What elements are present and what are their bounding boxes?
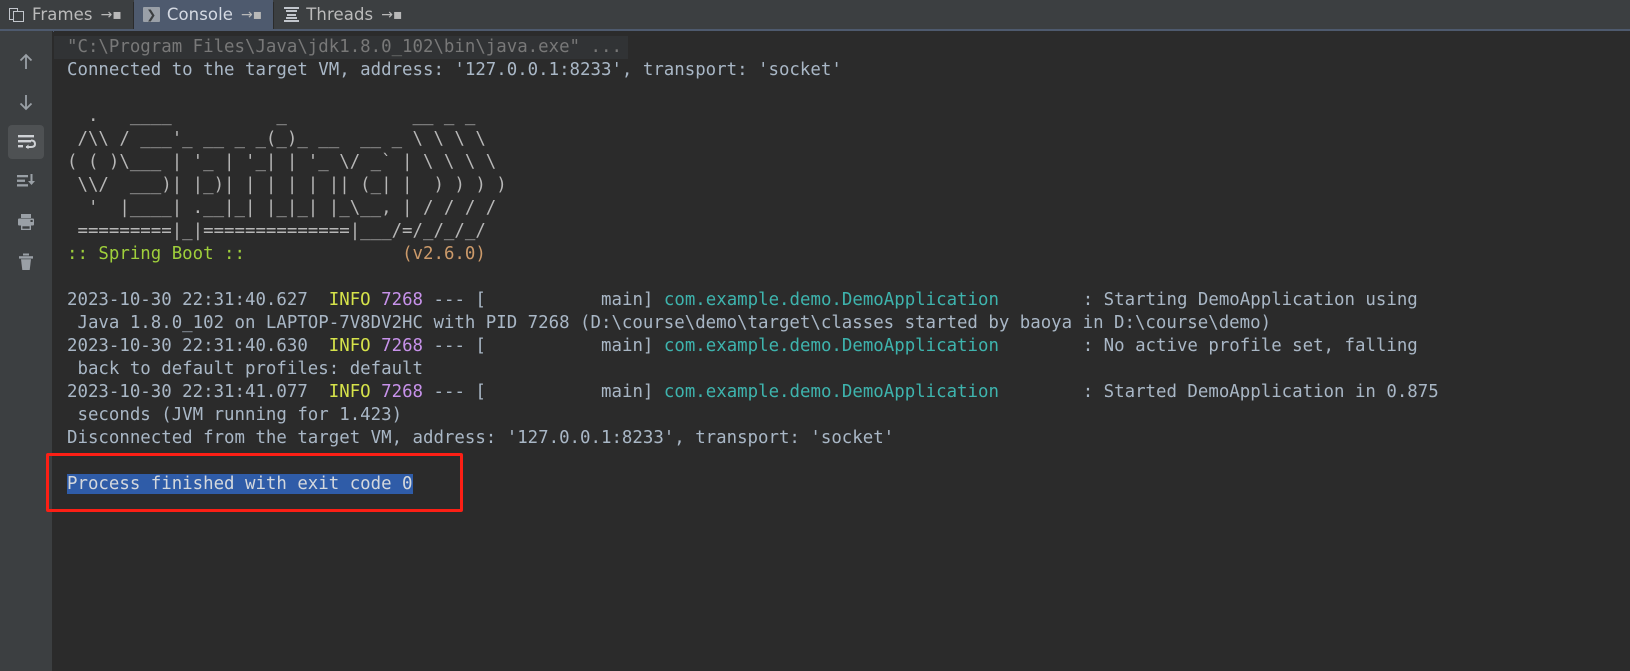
tab-console[interactable]: ❯ Console →▪ — [133, 0, 274, 29]
log-message: Started DemoApplication in 0.875 — [1103, 382, 1439, 402]
tab-frames-pin-icon[interactable]: →▪ — [101, 8, 122, 22]
spring-banner-line: /\\ / ___'_ __ _ _(_)_ __ __ _ \ \ \ \ — [67, 129, 486, 149]
tab-threads[interactable]: Threads →▪ — [274, 0, 414, 29]
tab-frames-label: Frames — [32, 5, 93, 24]
threads-icon — [283, 7, 299, 22]
log-entry-row: 2023-10-30 22:31:41.077 INFO 7268 --- [ … — [54, 381, 1630, 404]
spring-banner-line: ' |____| .__|_| |_|_| |_\__, | / / / / — [67, 198, 497, 218]
spring-boot-title-line: :: Spring Boot :: (v2.6.0) — [54, 243, 1630, 266]
log-thread: main] — [601, 382, 654, 402]
clear-all-button[interactable] — [8, 245, 44, 279]
log-logger[interactable]: com.example.demo.DemoApplication — [664, 290, 999, 310]
console-output[interactable]: "C:\Program Files\Java\jdk1.8.0_102\bin\… — [54, 31, 1630, 671]
log-pid: 7268 — [381, 382, 424, 402]
log-wrapped-line: seconds (JVM running for 1.423) — [67, 405, 403, 425]
trash-icon — [19, 253, 33, 270]
disconnected-line: Disconnected from the target VM, address… — [67, 428, 895, 448]
connected-line: Connected to the target VM, address: '12… — [67, 60, 842, 80]
tab-frames[interactable]: Frames →▪ — [0, 0, 133, 29]
tab-threads-pin-icon[interactable]: →▪ — [381, 8, 402, 22]
spring-banner-line: . ____ _ __ _ _ — [67, 106, 476, 126]
log-thread: main] — [601, 290, 654, 310]
log-level: INFO — [328, 336, 371, 356]
console-icon: ❯ — [142, 7, 160, 22]
log-logger[interactable]: com.example.demo.DemoApplication — [664, 382, 999, 402]
console-toolbar — [0, 31, 53, 671]
command-line-row: "C:\Program Files\Java\jdk1.8.0_102\bin\… — [54, 36, 1630, 59]
log-logger[interactable]: com.example.demo.DemoApplication — [664, 336, 999, 356]
log-separator: --- [ — [433, 336, 486, 356]
log-wrapped-line: Java 1.8.0_102 on LAPTOP-7V8DV2HC with P… — [67, 313, 1272, 333]
tab-bar: Frames →▪ ❯ Console →▪ Threads →▪ — [0, 0, 1630, 32]
log-timestamp: 2023-10-30 22:31:40.630 — [67, 336, 308, 356]
log-timestamp: 2023-10-30 22:31:41.077 — [67, 382, 308, 402]
scroll-to-end-icon — [17, 174, 35, 187]
tab-console-pin-icon[interactable]: →▪ — [241, 8, 262, 22]
log-pid: 7268 — [381, 290, 424, 310]
log-colon: : — [1082, 290, 1094, 310]
exit-code-row: Process finished with exit code 0 — [54, 473, 1630, 496]
banner-gap — [245, 244, 402, 264]
soft-wrap-icon — [18, 135, 37, 150]
down-arrow-button[interactable] — [8, 85, 44, 119]
down-arrow-icon — [19, 95, 33, 111]
scroll-to-end-button[interactable] — [8, 165, 44, 199]
tab-console-label: Console — [166, 5, 234, 24]
spring-boot-title: :: Spring Boot :: — [67, 244, 245, 264]
spring-boot-version: (v2.6.0) — [402, 244, 486, 264]
log-level: INFO — [328, 382, 371, 402]
log-separator: --- [ — [433, 290, 486, 310]
log-separator: --- [ — [433, 382, 486, 402]
log-level: INFO — [328, 290, 371, 310]
up-arrow-icon — [19, 53, 33, 69]
print-icon — [18, 214, 34, 230]
log-entry-row: 2023-10-30 22:31:40.630 INFO 7268 --- [ … — [54, 335, 1630, 358]
debug-tool-window: Frames →▪ ❯ Console →▪ Threads →▪ "C:\Pr… — [0, 0, 1630, 671]
log-message: Starting DemoApplication using — [1103, 290, 1418, 310]
log-message: No active profile set, falling — [1103, 336, 1418, 356]
up-arrow-button[interactable] — [8, 45, 44, 79]
spring-banner-line: ( ( )\___ | '_ | '_| | '_ \/ _` | \ \ \ … — [67, 152, 497, 172]
log-wrapped-line: back to default profiles: default — [67, 359, 423, 379]
spring-banner-line: \\/ ___)| |_)| | | | | || (_| | ) ) ) ) — [67, 175, 507, 195]
print-button[interactable] — [8, 205, 44, 239]
log-entry-row: 2023-10-30 22:31:40.627 INFO 7268 --- [ … — [54, 289, 1630, 312]
frames-icon — [9, 7, 25, 23]
log-timestamp: 2023-10-30 22:31:40.627 — [67, 290, 308, 310]
log-colon: : — [1082, 336, 1094, 356]
log-colon: : — [1082, 382, 1094, 402]
spring-banner-line: =========|_|==============|___/=/_/_/_/ — [67, 221, 486, 241]
tab-threads-label: Threads — [306, 5, 374, 24]
log-pid: 7268 — [381, 336, 424, 356]
command-line: "C:\Program Files\Java\jdk1.8.0_102\bin\… — [54, 36, 628, 59]
soft-wrap-button[interactable] — [8, 125, 44, 159]
exit-code-line[interactable]: Process finished with exit code 0 — [67, 474, 413, 494]
log-thread: main] — [601, 336, 654, 356]
